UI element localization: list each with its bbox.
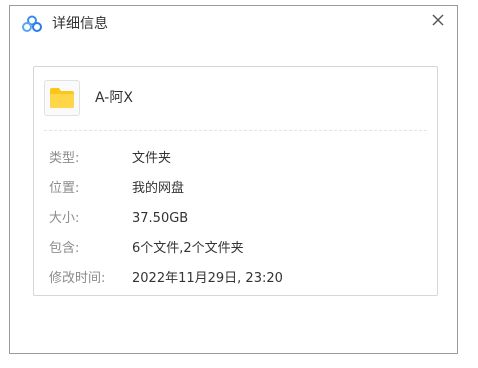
detail-label: 位置:	[49, 181, 80, 196]
baidu-netdisk-logo-icon	[22, 15, 42, 33]
details-card: A-阿X 类型: 文件夹 位置: 我的网盘 大小: 37.50GB 包含: 6个…	[33, 66, 438, 296]
divider	[44, 130, 427, 131]
detail-value: 6个文件,2个文件夹	[132, 241, 244, 256]
folder-thumbnail	[44, 80, 80, 116]
file-name: A-阿X	[95, 90, 133, 106]
detail-value: 2022年11月29日, 23:20	[132, 271, 283, 286]
detail-label: 大小:	[49, 211, 80, 226]
detail-label: 包含:	[49, 241, 80, 256]
file-header: A-阿X	[34, 67, 437, 131]
detail-row-location: 位置: 我的网盘	[34, 179, 437, 199]
dialog-title: 详细信息	[52, 16, 108, 32]
detail-label: 类型:	[49, 151, 80, 166]
detail-row-size: 大小: 37.50GB	[34, 209, 437, 229]
detail-value: 37.50GB	[132, 211, 189, 226]
folder-icon	[50, 88, 74, 108]
detail-row-modified: 修改时间: 2022年11月29日, 23:20	[34, 269, 437, 289]
detail-value: 文件夹	[132, 151, 172, 166]
detail-value: 我的网盘	[132, 181, 185, 196]
detail-label: 修改时间:	[49, 271, 106, 286]
dialog-titlebar: 详细信息	[10, 6, 457, 42]
detail-row-type: 类型: 文件夹	[34, 149, 437, 169]
close-icon[interactable]	[429, 11, 447, 29]
detail-row-contains: 包含: 6个文件,2个文件夹	[34, 239, 437, 259]
file-details-dialog: 详细信息 A-阿X 类型: 文件夹 位置: 我的网盘 大小: 37.50GB 包…	[9, 5, 458, 354]
